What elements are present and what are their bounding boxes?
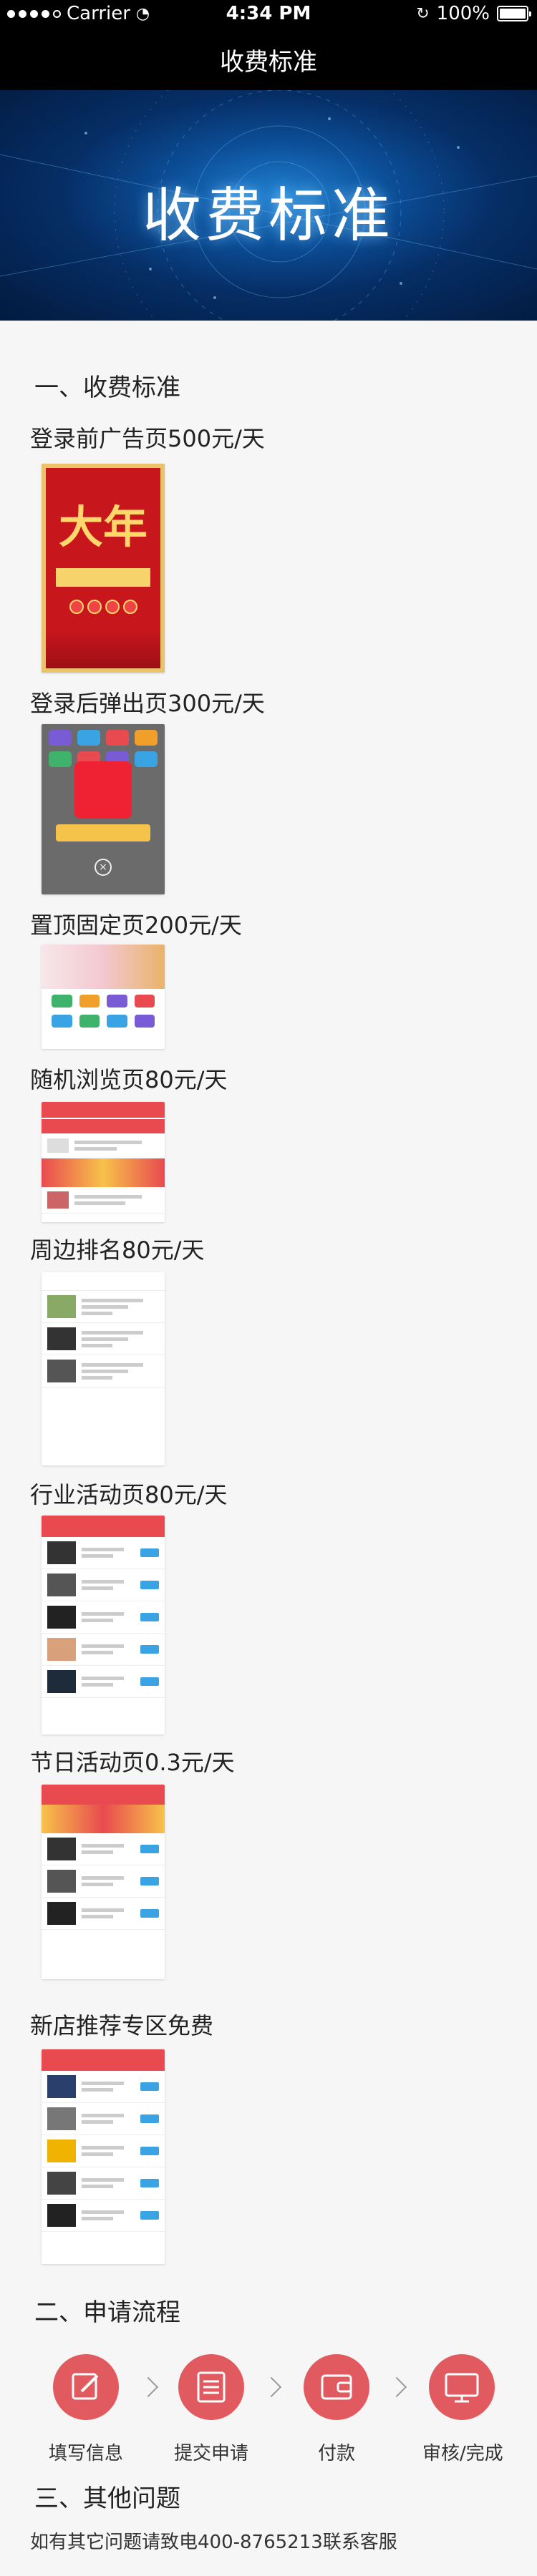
price-label-popup: 登录后弹出页300元/天 [30,690,265,717]
battery-percent: 100% [436,3,490,24]
price-label-nearby-rank: 周边排名80元/天 [30,1236,205,1264]
price-label-industry-event: 行业活动页80元/天 [30,1481,228,1508]
preview-pinned [42,945,165,1049]
contact-text: 如有其它问题请致电400-8765213联系客服 [30,2532,397,2553]
price-label-launch-ad: 登录前广告页500元/天 [30,425,265,452]
preview-launch-ad: 大年 [42,464,165,673]
status-bar: Carrier ◔ 4:34 PM ↻ 100% [0,0,537,29]
hero-banner: 收费标准 [0,90,537,321]
battery-icon [497,6,531,21]
step-label: 付款 [317,2443,355,2464]
preview-popup: × [42,724,165,894]
process-step-review: 审核/完成 [422,2354,503,2465]
process-step-fill-info: 填写信息 [47,2354,125,2465]
price-label-holiday-event: 节日活动页0.3元/天 [30,1749,235,1776]
preview-industry-event [42,1516,165,1735]
preview-random-browse [42,1102,165,1222]
section-heading-other: 三、其他问题 [34,2484,180,2513]
nav-bar: 收费标准 [0,29,537,90]
wallet-icon [304,2354,369,2420]
price-label-pinned: 置顶固定页200元/天 [30,912,242,939]
rotation-lock-icon: ↻ [416,4,430,23]
section-heading-pricing: 一、收费标准 [34,374,180,402]
preview-new-store [42,2049,165,2264]
page-title: 收费标准 [220,47,317,77]
list-icon [178,2354,244,2420]
price-label-new-store: 新店推荐专区免费 [30,2012,214,2039]
price-label-random-browse: 随机浏览页80元/天 [30,1066,228,1093]
chevron-right-icon [386,2376,407,2398]
step-label: 审核/完成 [422,2443,503,2464]
preview-holiday-event [42,1785,165,1979]
process-step-submit: 提交申请 [172,2354,251,2465]
edit-icon [53,2354,119,2420]
process-step-pay: 付款 [297,2354,376,2465]
poster-text: 大年 [58,501,147,553]
poster-graphic: 大年 [42,464,165,673]
chevron-right-icon [261,2376,282,2398]
step-label: 填写信息 [48,2443,123,2464]
hero-title: 收费标准 [142,182,395,250]
section-heading-process: 二、申请流程 [34,2298,180,2327]
close-icon: × [95,859,112,876]
chevron-right-icon [137,2376,159,2398]
monitor-icon [429,2354,495,2420]
preview-nearby-rank [42,1272,165,1465]
step-label: 提交申请 [173,2443,248,2464]
battery-area: ↻ 100% [416,3,531,24]
